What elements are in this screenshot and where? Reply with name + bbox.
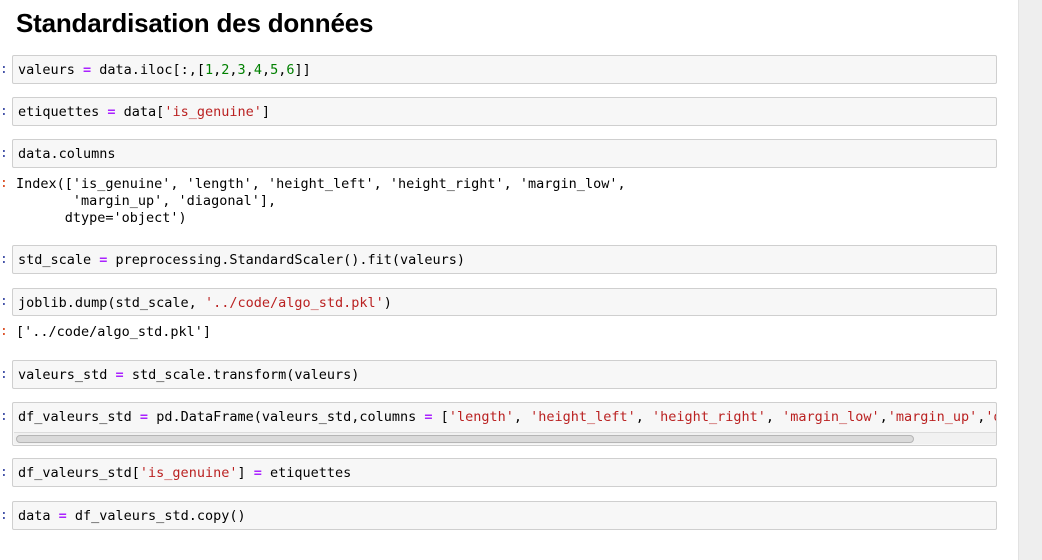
code-cell-2[interactable]: etiquettes = data['is_genuine'] <box>12 97 997 126</box>
cell-code: valeurs = data.iloc[:,[1,2,3,4,5,6]] <box>18 62 311 78</box>
cell-code: joblib.dump(std_scale, '../code/algo_std… <box>18 295 392 311</box>
cell-output-5: ['../code/algo_std.pkl'] <box>16 324 212 340</box>
code-cell-8[interactable]: df_valeurs_std['is_genuine'] = etiquette… <box>12 458 997 487</box>
output-prompt: : <box>0 324 8 339</box>
cell-code: df_valeurs_std = pd.DataFrame(valeurs_st… <box>18 409 996 425</box>
code-cell-4[interactable]: std_scale = preprocessing.StandardScaler… <box>12 245 997 274</box>
cell-output-3: Index(['is_genuine', 'length', 'height_l… <box>16 176 626 226</box>
cell-code: std_scale = preprocessing.StandardScaler… <box>18 252 466 268</box>
code-cell-9[interactable]: data = df_valeurs_std.copy() <box>12 501 997 530</box>
section-heading: Standardisation des données <box>16 8 374 38</box>
code-cell-1[interactable]: valeurs = data.iloc[:,[1,2,3,4,5,6]] <box>12 55 997 84</box>
cell-prompt: : <box>0 252 8 267</box>
cell-code: data.columns <box>18 146 116 162</box>
cell-code: data = df_valeurs_std.copy() <box>18 508 246 524</box>
cell-code: etiquettes = data['is_genuine'] <box>18 104 271 120</box>
cell-code: df_valeurs_std['is_genuine'] = etiquette… <box>18 465 352 481</box>
cell-prompt: : <box>0 62 8 77</box>
scrollbar-thumb[interactable] <box>16 435 914 443</box>
output-prompt: : <box>0 176 8 191</box>
notebook-area: Standardisation des données : valeurs = … <box>0 0 1018 560</box>
code-cell-7[interactable]: df_valeurs_std = pd.DataFrame(valeurs_st… <box>12 402 997 446</box>
code-cell-3[interactable]: data.columns <box>12 139 997 168</box>
cell-prompt: : <box>0 294 8 309</box>
cell-prompt: : <box>0 146 8 161</box>
cell-prompt: : <box>0 409 8 424</box>
code-cell-6[interactable]: valeurs_std = std_scale.transform(valeur… <box>12 360 997 389</box>
cell-code: valeurs_std = std_scale.transform(valeur… <box>18 367 360 383</box>
cell-prompt: : <box>0 367 8 382</box>
cell-prompt: : <box>0 508 8 523</box>
cell-prompt: : <box>0 465 8 480</box>
horizontal-scrollbar[interactable] <box>14 432 996 444</box>
page-gutter <box>1018 0 1042 560</box>
code-cell-5[interactable]: joblib.dump(std_scale, '../code/algo_std… <box>12 288 997 316</box>
cell-prompt: : <box>0 104 8 119</box>
